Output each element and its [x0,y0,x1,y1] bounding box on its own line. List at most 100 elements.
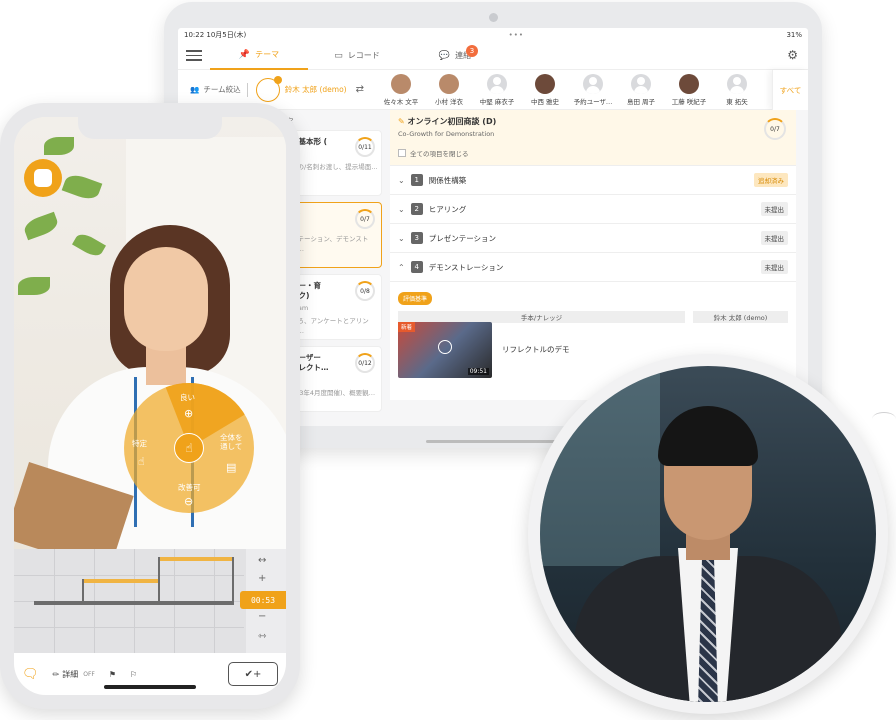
phone-notch [78,117,222,139]
expand-icon[interactable]: ↔ [258,555,266,566]
app-logo-icon[interactable] [24,159,62,197]
wheel-specific[interactable]: 特定 [132,439,147,448]
collapse-icon[interactable]: ⇿ [258,631,266,642]
status-badge: 未提出 [760,260,788,274]
thumb-icon: ☝ [138,455,145,468]
current-user[interactable]: 鈴木 太郎 (demo) ⇄ [255,75,378,102]
wheel-improve[interactable]: 改善可 [178,483,201,492]
person-item[interactable]: 小村 洋衣 [426,73,472,106]
notification-badge: 3 [466,44,478,57]
feedback-wheel[interactable]: 良い ⊕ 特定 ☝ 全体を 通して ▤ 改善可 ⊖ ☝ [124,383,254,513]
team-filter-button[interactable]: 👥 チーム絞込 [178,84,247,95]
wheel-good[interactable]: 良い [180,393,195,402]
chevron-down-icon: ⌄ [398,175,405,185]
avatar [255,75,282,102]
hair [658,406,758,466]
deal-subtitle: Co-Growth for Demonstration [398,130,495,138]
avatar [727,73,747,94]
plant-leaf [21,211,61,241]
chevron-down-icon: ⌄ [398,204,405,214]
detail-toggle[interactable]: ✏ 詳細 OFF [53,669,95,680]
theme-card[interactable]: ー基本形 ( on …の/名刺お渡し、提示場面… 0/11 [286,130,382,196]
plant-leaf [44,137,74,155]
person-item[interactable]: 工藤 咲紀子 [666,73,712,106]
video-thumbnail[interactable]: 新着 09:51 [398,322,492,378]
document-icon: ▤ [226,461,237,474]
flag-end-icon[interactable]: ⚐ [130,670,137,679]
person-item[interactable]: 中堅 麻衣子 [474,73,520,106]
avatar [583,73,603,94]
phone-device: 良い ⊕ 特定 ☝ 全体を 通して ▤ 改善可 ⊖ ☝ ↔ + − ⇿ 00:5… [0,103,300,709]
theme-card-selected[interactable]: D) on ーテーション、デモンストレ… 0/7 [286,202,382,268]
progress-ring: 0/12 [355,353,375,373]
person-item[interactable]: 東 拓矢 [714,73,760,106]
comment-icon[interactable]: 🗨 [22,667,39,682]
camera [489,13,498,22]
avatar [679,73,699,94]
tab-theme[interactable]: 📌 テーマ [210,42,308,70]
section-row[interactable]: ⌄ 1 関係性構築 追却済み [390,166,796,195]
status-badge: 未提出 [760,202,788,216]
theme-card[interactable]: ナー・育 ック) Team …ろ、アンケートとアリング… 0/8 [286,274,382,340]
people-icon: 👥 [190,85,200,94]
promo-stage: 10:22 10月5日(木) ••• 31% 📌 テーマ ▭ レコード 💬 連絡… [0,0,896,720]
avatar [391,73,411,94]
tab-contact[interactable]: 💬 連絡 3 [406,42,504,70]
video-frame: 良い ⊕ 特定 ☝ 全体を 通して ▤ 改善可 ⊖ ☝ [14,117,286,549]
track-step [158,557,160,603]
tab-label: レコード [347,51,380,60]
pencil-icon: ✏ [52,669,60,679]
track-segment [34,601,84,605]
section-row-expanded[interactable]: ⌃ 4 デモンストレーション 未提出 [390,253,796,282]
portrait-frame [528,354,888,714]
track-step [232,557,234,603]
touch-icon[interactable]: ☝ [174,433,204,463]
zoom-out-icon[interactable]: − [258,611,266,622]
criteria-tag[interactable]: 評価基準 [398,292,433,305]
track-segment [160,601,234,605]
check-plus-button[interactable]: ✔+ [228,662,278,686]
flag-start-icon[interactable]: ⚑ [109,670,116,679]
tab-label: テーマ [255,50,280,59]
zoom-in-icon[interactable]: + [258,573,266,584]
wheel-overall[interactable]: 全体を 通して [220,433,243,451]
video-icon: ▭ [334,50,343,61]
person-item[interactable]: 予約ユーザ… [570,73,616,106]
theme-card[interactable]: ユーザー フレクト… on 023年4月度開催)、概要観… 0/12 [286,346,382,412]
current-user-name: 鈴木 太郎 (demo) [284,85,347,94]
pin-icon: 📌 [238,49,251,60]
section-row[interactable]: ⌄ 3 プレゼンテーション 未提出 [390,224,796,253]
avatar [487,73,507,94]
user-bar: 👥 チーム絞込 鈴木 太郎 (demo) ⇄ 佐々木 文平 小村 洋衣 中堅 麻… [178,70,808,110]
checkbox[interactable] [398,149,406,157]
video-title[interactable]: リフレクトルのデモ [502,344,570,355]
swap-icon[interactable]: ⇄ [356,84,364,95]
deal-title: ✎ オンライン初回商談 (D) [398,117,497,126]
progress-ring: 0/7 [764,118,786,140]
person-item[interactable]: 島田 周子 [618,73,664,106]
avatar [631,73,651,94]
timeline[interactable]: ↔ + − ⇿ 00:53 [14,549,286,653]
status-badge: 追却済み [754,173,788,187]
tab-record[interactable]: ▭ レコード [308,42,406,70]
divider [246,82,248,97]
team-filter-label: チーム絞込 [203,85,241,94]
user-column[interactable]: 鈴木 太郎 (demo) [693,311,788,323]
phone-screen: 良い ⊕ 特定 ☝ 全体を 通して ▤ 改善可 ⊖ ☝ ↔ + − ⇿ 00:5… [14,117,286,695]
plant-leaf [61,171,103,203]
avatar [535,73,555,94]
show-all-button[interactable]: すべて [772,70,808,110]
video-duration: 09:51 [467,368,489,375]
gear-icon[interactable]: ⚙ [787,48,798,62]
chat-icon: 💬 [438,50,451,61]
play-icon[interactable] [438,340,452,354]
section-row[interactable]: ⌄ 2 ヒアリング 未提出 [390,195,796,224]
menu-icon[interactable] [186,50,210,61]
plant-leaf [72,230,106,260]
track-segment [160,557,234,561]
progress-ring: 0/7 [355,209,375,229]
close-all-toggle[interactable]: 全ての項目を閉じる [398,148,788,158]
person-item[interactable]: 佐々木 文平 [378,73,424,106]
status-time: 10:22 10月5日(木) [184,31,247,39]
person-item[interactable]: 中西 雅史 [522,73,568,106]
